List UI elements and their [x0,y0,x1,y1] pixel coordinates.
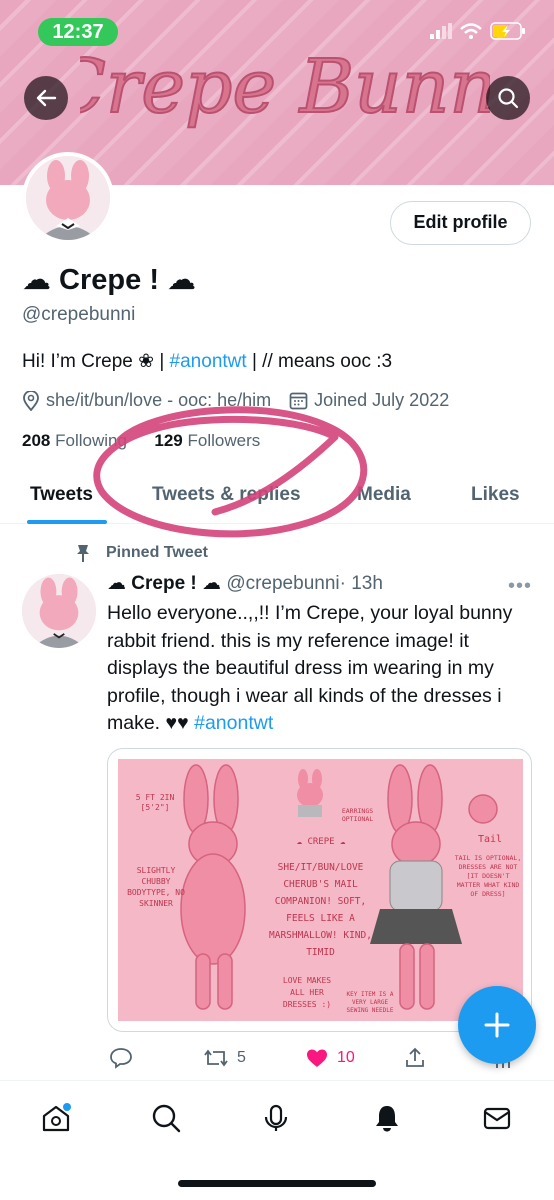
status-time: 12:37 [38,18,118,46]
search-button[interactable] [486,76,530,120]
nav-notifications[interactable] [370,1101,404,1135]
bunny-avatar-image [22,574,96,648]
ref-height-text: 5 FT 2IN [5'2"] [135,793,175,812]
reply-icon [110,1048,132,1069]
ref-tail-label: Tail [477,834,503,845]
pin-icon [77,545,89,562]
tweet-time: · 13h [339,573,383,594]
following-link[interactable]: 208 Following [22,431,127,450]
mail-icon [483,1107,511,1130]
tweet-header: ☁ Crepe ! ☁ @crepebunni· 13h [107,572,383,595]
tweet-hashtag-link[interactable]: #anontwt [194,712,273,734]
back-button[interactable] [24,76,68,120]
share-icon [406,1047,424,1067]
tab-media[interactable]: Media [357,484,411,506]
tweet-actions: 5 10 [107,1046,527,1074]
home-indicator [178,1180,376,1187]
more-options-icon[interactable]: ••• [508,575,532,598]
profile-meta: she/it/bun/love - ooc: he/him Joined Jul… [22,390,449,411]
microphone-spaces-icon [264,1104,288,1131]
ref-key-item-text: KEY ITEM IS A VERY LARGE SEWING NEEDLE [346,991,394,1014]
tweet-media[interactable]: 5 FT 2IN [5'2"] EARRINGS OPTIONAL ☁ CREP… [107,748,532,1032]
nav-spaces[interactable] [259,1101,293,1135]
pronouns-text: she/it/bun/love - ooc: he/him [46,390,272,410]
following-count: 208 [22,431,51,450]
followers-link[interactable]: 129 Followers [154,431,260,450]
profile-handle: @crepebunni [22,304,136,325]
nav-messages[interactable] [480,1101,514,1135]
location-pin-icon [23,390,39,411]
bio-text: Hi! I’m Crepe ❀ | [22,351,170,372]
heart-filled-icon [307,1049,327,1067]
search-icon [152,1104,181,1133]
ref-love-text: LOVE MAKES ALL HER DRESSES :) [282,976,332,1009]
pinned-text: Pinned Tweet [106,544,208,561]
compose-tweet-button[interactable] [458,986,536,1064]
pinned-tweet-label: Pinned Tweet [74,543,208,563]
retweet-button[interactable]: 5 [203,1046,246,1070]
tab-likes[interactable]: Likes [471,484,520,506]
ref-description-text: SHE/IT/BUN/LOVE CHERUB'S MAIL COMPANION!… [269,862,372,958]
bio-text-suffix: | // means ooc :3 [246,351,393,372]
ref-name-text: ☁ CREPE ☁ [296,837,346,847]
share-button[interactable] [403,1046,427,1070]
edit-profile-button[interactable]: Edit profile [390,201,531,245]
status-bar: 12:37 [0,0,554,60]
search-icon [498,88,519,109]
calendar-icon [289,392,308,410]
retweet-count: 5 [237,1049,246,1066]
reply-button[interactable] [109,1046,133,1070]
bunny-avatar-image [26,156,110,240]
retweet-icon [204,1049,228,1067]
like-button[interactable]: 10 [305,1046,355,1070]
tab-tweets-replies[interactable]: Tweets & replies [152,484,301,506]
ref-tail-note: TAIL IS OPTIONAL, DRESSES ARE NOT [IT DO… [454,854,522,898]
tweet-author-handle[interactable]: @crepebunni [226,573,339,594]
arrow-left-icon [36,89,57,107]
tweet-author-name[interactable]: ☁ Crepe ! ☁ [107,573,221,594]
bio-hashtag-link[interactable]: #anontwt [170,351,247,372]
nav-explore[interactable] [149,1101,183,1135]
nav-home[interactable] [39,1101,73,1135]
home-icon [42,1103,71,1132]
display-name: ☁ Crepe ! ☁ [22,264,197,296]
tweet-avatar[interactable] [22,574,96,648]
following-label: Following [55,431,127,450]
tab-tweets[interactable]: Tweets [30,484,93,506]
status-icons [430,22,526,40]
ref-earrings-text: EARRINGS OPTIONAL [341,807,374,823]
tweet-body: Hello everyone..,,!! I’m Crepe, your loy… [107,602,513,734]
bell-icon [376,1106,398,1132]
signal-icon [430,23,452,39]
profile-bio: Hi! I’m Crepe ❀ | #anontwt | // means oo… [22,350,392,373]
reference-image: 5 FT 2IN [5'2"] EARRINGS OPTIONAL ☁ CREP… [118,759,523,1021]
plus-icon [484,1012,510,1038]
profile-avatar[interactable] [22,152,114,244]
followers-count: 129 [154,431,183,450]
joined-date: Joined July 2022 [314,390,450,410]
followers-label: Followers [187,431,261,450]
wifi-icon [460,23,482,39]
ref-bodytype-text: SLIGHTLY CHUBBY BODYTYPE, NO SKINNER [127,866,185,908]
like-count: 10 [337,1049,355,1066]
follow-stats: 208 Following 129 Followers [22,431,260,451]
profile-tabs: Tweets Tweets & replies Media Likes [0,470,554,524]
active-tab-indicator [27,520,107,524]
battery-charging-icon [490,22,525,40]
tweet-text: Hello everyone..,,!! I’m Crepe, your loy… [107,600,537,738]
